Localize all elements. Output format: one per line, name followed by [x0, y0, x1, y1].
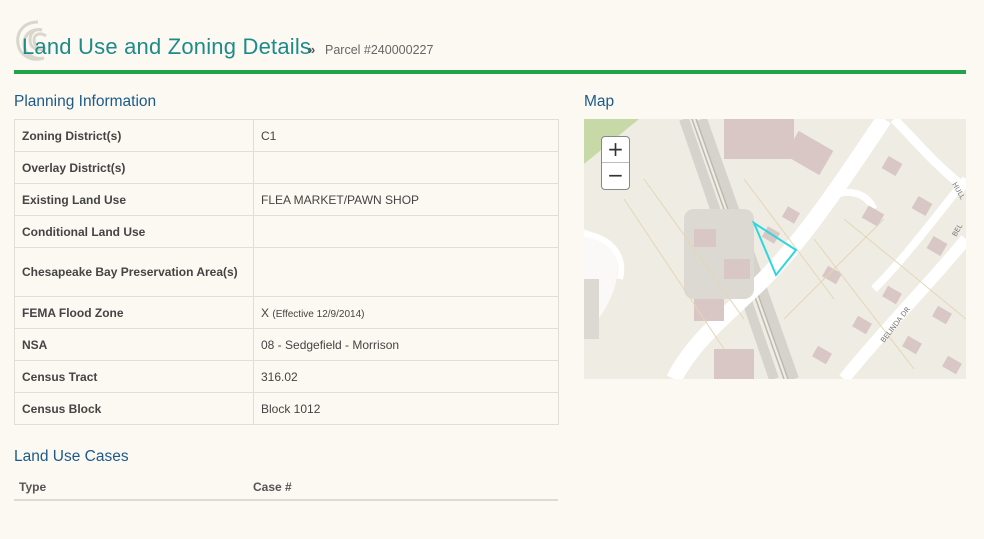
row-value: FLEA MARKET/PAWN SHOP: [253, 183, 559, 216]
planning-information-heading: Planning Information: [14, 93, 157, 110]
zoom-in-button[interactable]: +: [602, 137, 629, 162]
row-label: Zoning District(s): [14, 119, 254, 152]
row-value: 08 - Sedgefield - Morrison: [253, 328, 559, 361]
row-value: 316.02: [253, 360, 559, 393]
map-zoom-control: + −: [601, 136, 630, 190]
row-label: NSA: [14, 328, 254, 361]
column-header-type[interactable]: Type: [19, 480, 46, 494]
row-value: X (Effective 12/9/2014): [253, 296, 559, 329]
row-value: [253, 151, 559, 184]
column-header-case-number[interactable]: Case #: [253, 480, 292, 494]
page-header: Land Use and Zoning Details » Parcel #24…: [14, 18, 966, 74]
table-row: NSA 08 - Sedgefield - Morrison: [14, 328, 559, 361]
page-title: Land Use and Zoning Details: [22, 34, 312, 59]
row-value: C1: [253, 119, 559, 152]
header-divider: [14, 70, 966, 74]
flood-zone-note: (Effective 12/9/2014): [272, 308, 365, 320]
table-row: Zoning District(s) C1: [14, 119, 559, 152]
flood-zone-value: X: [261, 305, 270, 320]
row-label: Overlay District(s): [14, 151, 254, 184]
table-row: Census Block Block 1012: [14, 392, 559, 425]
table-row: Conditional Land Use: [14, 215, 559, 248]
table-row: FEMA Flood Zone X (Effective 12/9/2014): [14, 296, 559, 329]
land-use-cases-heading: Land Use Cases: [14, 448, 129, 465]
map-heading: Map: [584, 93, 615, 110]
row-value: [253, 247, 559, 297]
row-label: FEMA Flood Zone: [14, 296, 254, 329]
table-row: Existing Land Use FLEA MARKET/PAWN SHOP: [14, 183, 559, 216]
row-label: Existing Land Use: [14, 183, 254, 216]
row-label: Census Tract: [14, 360, 254, 393]
row-value: [253, 215, 559, 248]
planning-information-table: Zoning District(s) C1 Overlay District(s…: [14, 119, 559, 425]
map-canvas[interactable]: BELINDA DR HULL BEL: [584, 119, 966, 379]
row-label: Conditional Land Use: [14, 215, 254, 248]
row-label: Census Block: [14, 392, 254, 425]
row-value: Block 1012: [253, 392, 559, 425]
row-label: Chesapeake Bay Preservation Area(s): [14, 247, 254, 297]
table-row: Overlay District(s): [14, 151, 559, 184]
parcel-number: Parcel #240000227: [325, 43, 434, 57]
parcel-map[interactable]: BELINDA DR HULL BEL + −: [584, 119, 966, 379]
table-row: Chesapeake Bay Preservation Area(s): [14, 247, 559, 297]
table-row: Census Tract 316.02: [14, 360, 559, 393]
breadcrumb-separator: »: [308, 42, 316, 57]
land-use-cases-table-header: Type Case #: [14, 477, 558, 501]
zoom-out-button[interactable]: −: [602, 163, 629, 188]
